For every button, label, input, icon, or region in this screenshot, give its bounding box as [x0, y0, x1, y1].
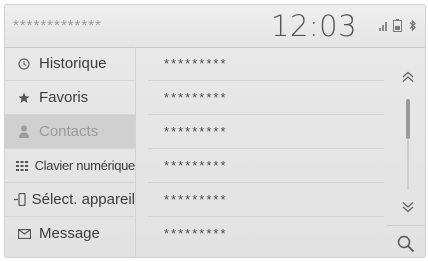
contact-name: *********: [164, 56, 228, 71]
sidebar-item-label: Contacts: [39, 123, 99, 140]
sidebar-item-select-appareil[interactable]: Sélect. appareil: [5, 183, 135, 217]
double-chevron-down-icon: [402, 202, 413, 213]
search-button[interactable]: [387, 225, 425, 257]
contact-name: *********: [164, 226, 228, 241]
list-item[interactable]: *********: [148, 81, 384, 115]
star-icon: [5, 92, 35, 104]
list-item[interactable]: *********: [148, 47, 384, 81]
scroll-thumb[interactable]: [406, 99, 410, 139]
person-icon: [5, 125, 35, 138]
sidebar-item-label: Clavier numérique: [34, 158, 136, 173]
sidebar-item-contacts[interactable]: Contacts: [5, 115, 135, 149]
clock: 12:03: [271, 9, 358, 43]
contact-name: *********: [164, 124, 228, 139]
sidebar-item-label: Favoris: [39, 89, 89, 106]
status-icons: [379, 19, 417, 32]
status-header: ************* 12:03: [5, 5, 425, 48]
contact-name: *********: [164, 192, 228, 207]
sidebar-item-label: Message: [39, 225, 100, 242]
signal-icon: [379, 21, 387, 31]
contact-name: *********: [164, 158, 228, 173]
bluetooth-icon: [409, 19, 416, 32]
sidebar-item-clavier[interactable]: Clavier numérique: [5, 149, 135, 183]
list-item[interactable]: *********: [148, 183, 384, 217]
device-name: *************: [13, 17, 102, 34]
envelope-icon: [5, 228, 35, 239]
battery-icon: [393, 19, 402, 32]
sidebar-item-label: Historique: [39, 55, 107, 72]
double-chevron-up-icon: [402, 71, 413, 82]
list-item[interactable]: *********: [148, 149, 384, 183]
search-icon: [397, 235, 415, 253]
phone-screen: ************* 12:03 Historique Favoris C…: [4, 4, 426, 258]
sidebar-item-message[interactable]: Message: [5, 217, 135, 250]
contact-list: ********* ********* ********* ********* …: [136, 47, 388, 257]
scroll-up-button[interactable]: [390, 61, 425, 93]
list-item[interactable]: *********: [148, 217, 384, 250]
sidebar-item-favoris[interactable]: Favoris: [5, 81, 135, 115]
list-item[interactable]: *********: [148, 115, 384, 149]
sidebar-item-historique[interactable]: Historique: [5, 47, 135, 81]
contact-name: *********: [164, 90, 228, 105]
sidebar: Historique Favoris Contacts Clavier numé…: [5, 47, 136, 257]
sidebar-item-label: Sélect. appareil: [31, 191, 135, 208]
scroll-down-button[interactable]: [390, 191, 425, 223]
clock-icon: [5, 57, 35, 70]
phone-icon: [5, 193, 28, 206]
keypad-icon: [5, 160, 31, 171]
